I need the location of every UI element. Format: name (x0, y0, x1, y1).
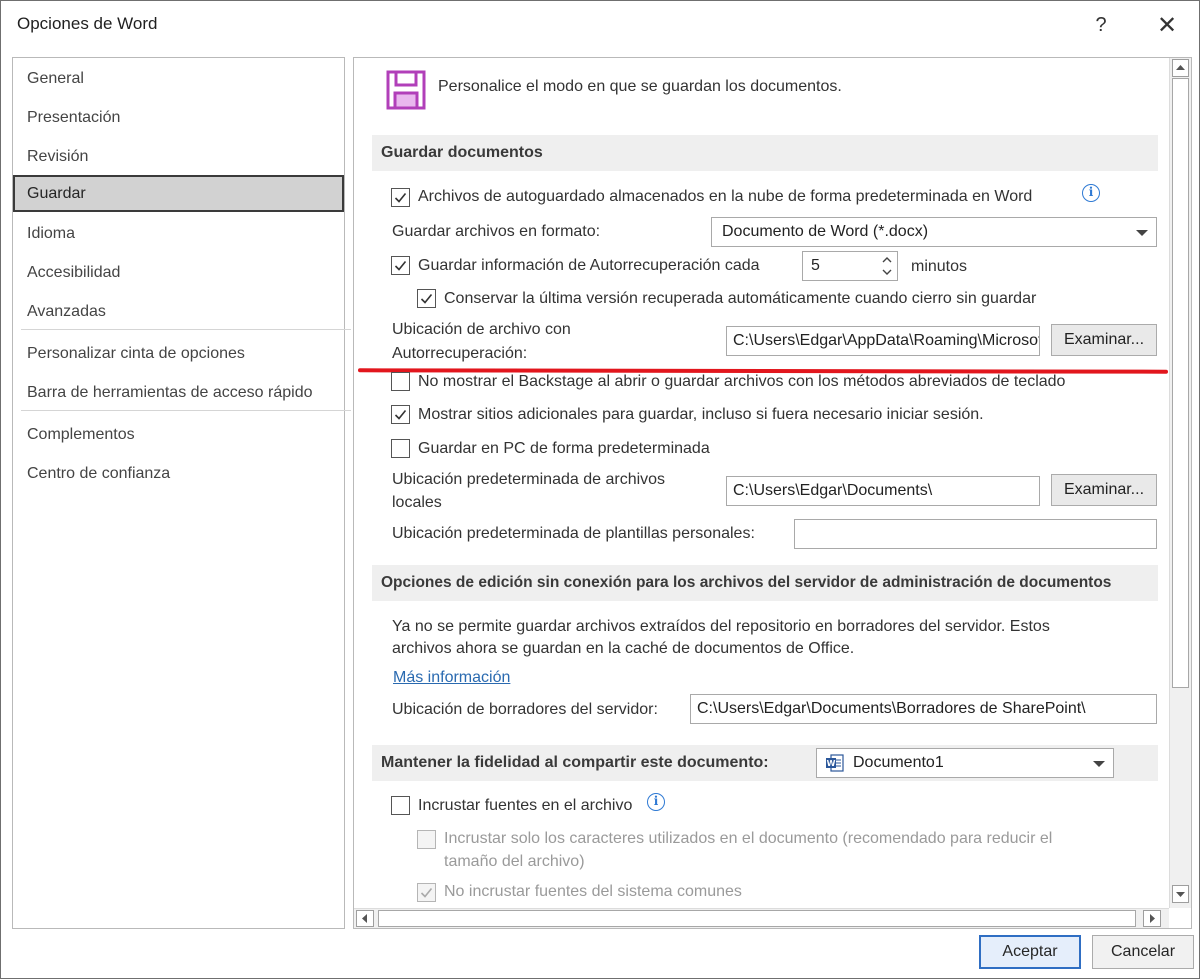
embed-used-chars-label: Incrustar solo los caracteres utilizados… (444, 830, 1053, 847)
nav-item-guardar[interactable]: Guardar (13, 175, 344, 212)
save-floppy-icon (386, 70, 426, 110)
format-select[interactable]: Documento de Word (*.docx) (711, 217, 1157, 247)
fidelity-section-title: Mantener la fidelidad al compartir este … (381, 754, 769, 771)
embed-used-chars-label-2: tamaño del archivo) (444, 853, 585, 870)
fidelity-document-select[interactable]: W Documento1 (816, 748, 1114, 778)
accept-button[interactable]: Aceptar (979, 935, 1081, 969)
chevron-left-icon (362, 914, 367, 923)
title-bar: Opciones de Word ? ✕ (1, 1, 1199, 49)
category-nav: General Presentación Revisión Guardar Id… (12, 57, 351, 929)
vertical-scrollbar[interactable] (1169, 58, 1191, 908)
browse-autorecover-button[interactable]: Examinar... (1051, 324, 1157, 356)
nav-divider (21, 410, 351, 411)
nav-item-personalizar-cinta[interactable]: Personalizar cinta de opciones (13, 335, 344, 372)
chevron-right-icon (1150, 914, 1155, 923)
autorecover-location-input[interactable]: C:\Users\Edgar\AppData\Roaming\Microsoft… (726, 326, 1040, 356)
autorecover-location-label-2: Autorrecuperación: (392, 345, 528, 362)
cancel-button[interactable]: Cancelar (1092, 935, 1194, 969)
embed-fonts-label: Incrustar fuentes en el archivo (418, 797, 633, 814)
scroll-left-button[interactable] (356, 910, 374, 927)
page-title: Personalice el modo en que se guardan lo… (438, 78, 842, 95)
vertical-scroll-thumb[interactable] (1172, 78, 1189, 688)
chevron-down-icon (1136, 230, 1148, 236)
settings-panel: Personalice el modo en que se guardan lo… (353, 57, 1192, 929)
nav-item-accesibilidad[interactable]: Accesibilidad (13, 254, 344, 291)
no-backstage-checkbox[interactable] (391, 372, 410, 391)
autosave-cloud-checkbox[interactable] (391, 188, 410, 207)
nav-item-barra-acceso-rapido[interactable]: Barra de herramientas de acceso rápido (13, 374, 344, 411)
local-location-input[interactable]: C:\Users\Edgar\Documents\ (726, 476, 1040, 506)
format-select-value: Documento de Word (*.docx) (722, 223, 929, 240)
chevron-down-icon[interactable] (881, 266, 893, 278)
window-title: Opciones de Word (17, 14, 158, 33)
nav-item-avanzadas[interactable]: Avanzadas (13, 293, 344, 330)
scroll-up-button[interactable] (1172, 59, 1189, 77)
chevron-up-icon[interactable] (881, 254, 893, 266)
horizontal-scrollbar[interactable] (354, 908, 1169, 928)
local-location-label: Ubicación predeterminada de archivos (392, 471, 666, 488)
keep-last-version-checkbox[interactable] (417, 289, 436, 308)
horizontal-scroll-thumb[interactable] (378, 910, 1136, 927)
templates-location-label: Ubicación predeterminada de plantillas p… (392, 525, 755, 542)
no-backstage-label: No mostrar el Backstage al abrir o guard… (418, 373, 1066, 390)
minutes-unit-label: minutos (911, 258, 968, 275)
autorecover-label: Guardar información de Autorrecuperación… (418, 257, 760, 274)
section-guardar-documentos: Guardar documentos (372, 135, 1158, 171)
nav-item-idioma[interactable]: Idioma (13, 215, 344, 252)
save-to-pc-label: Guardar en PC de forma predeterminada (418, 440, 710, 457)
chevron-down-icon (1093, 761, 1105, 767)
save-to-pc-checkbox[interactable] (391, 439, 410, 458)
embed-used-chars-checkbox[interactable] (417, 830, 436, 849)
info-icon[interactable]: i (647, 793, 665, 811)
info-icon[interactable]: i (1082, 184, 1100, 202)
offline-description-1: Ya no se permite guardar archivos extraí… (392, 618, 1050, 635)
no-common-fonts-label: No incrustar fuentes del sistema comunes (444, 883, 742, 900)
nav-item-centro-confianza[interactable]: Centro de confianza (13, 455, 344, 492)
show-additional-places-checkbox[interactable] (391, 405, 410, 424)
chevron-down-icon (1176, 892, 1185, 897)
word-document-icon: W (826, 754, 844, 772)
embed-fonts-checkbox[interactable] (391, 796, 410, 815)
scroll-right-button[interactable] (1143, 910, 1161, 927)
show-additional-places-label: Mostrar sitios adicionales para guardar,… (418, 406, 984, 423)
section-offline-editing: Opciones de edición sin conexión para lo… (372, 565, 1158, 601)
autorecover-minutes-value: 5 (811, 257, 820, 274)
word-options-dialog: Opciones de Word ? ✕ General Presentació… (0, 0, 1200, 979)
nav-item-complementos[interactable]: Complementos (13, 416, 344, 453)
format-label: Guardar archivos en formato: (392, 223, 601, 240)
fidelity-document-value: Documento1 (853, 754, 944, 771)
autorecover-location-label: Ubicación de archivo con (392, 321, 571, 338)
more-info-link[interactable]: Más información (393, 669, 510, 687)
svg-text:W: W (827, 759, 836, 768)
offline-description-2: archivos ahora se guardan en la caché de… (392, 640, 855, 657)
autorecover-minutes-stepper[interactable]: 5 (802, 251, 898, 281)
nav-item-revision[interactable]: Revisión (13, 138, 344, 175)
local-location-label-2: locales (392, 494, 442, 511)
server-drafts-label: Ubicación de borradores del servidor: (392, 701, 658, 718)
no-common-fonts-checkbox[interactable] (417, 883, 436, 902)
nav-divider (21, 329, 351, 330)
nav-item-general[interactable]: General (13, 60, 344, 97)
autorecover-checkbox[interactable] (391, 256, 410, 275)
keep-last-version-label: Conservar la última versión recuperada a… (444, 290, 1037, 307)
nav-item-presentacion[interactable]: Presentación (13, 99, 344, 136)
close-button[interactable]: ✕ (1149, 9, 1185, 41)
help-button[interactable]: ? (1083, 9, 1119, 41)
templates-location-input[interactable] (794, 519, 1157, 549)
chevron-up-icon (1176, 65, 1185, 70)
scroll-down-button[interactable] (1172, 885, 1189, 903)
autosave-cloud-label: Archivos de autoguardado almacenados en … (418, 188, 1033, 205)
server-drafts-input[interactable]: C:\Users\Edgar\Documents\Borradores de S… (690, 694, 1157, 724)
browse-local-button[interactable]: Examinar... (1051, 474, 1157, 506)
settings-content: Personalice el modo en que se guardan lo… (354, 58, 1168, 908)
